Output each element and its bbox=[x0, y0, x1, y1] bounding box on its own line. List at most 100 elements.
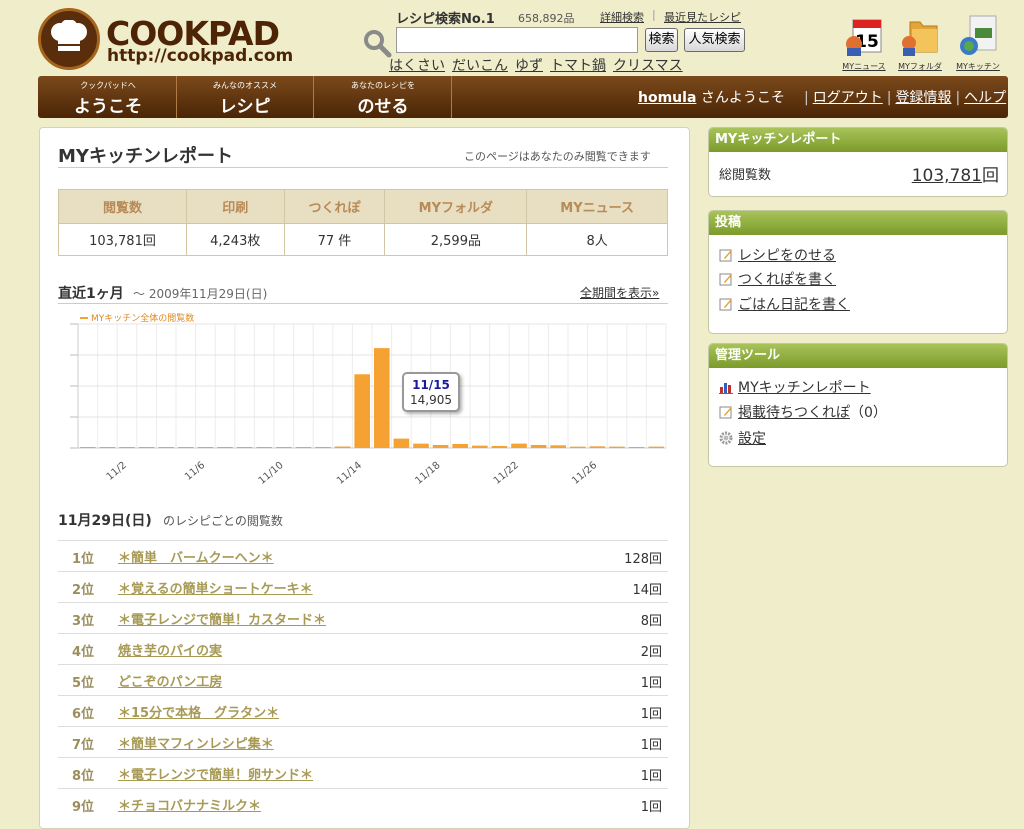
nav-post[interactable]: あなたのレシピを のせる bbox=[315, 76, 452, 118]
account-info-link[interactable]: 登録情報 bbox=[895, 90, 951, 106]
chart-bar bbox=[374, 348, 390, 448]
chart-x-label: 11/22 bbox=[492, 460, 521, 487]
write-report-item[interactable]: つくれぽを書く bbox=[719, 269, 836, 289]
ranking-row: 9位 ＊チョコバナナミルク＊ 1回 bbox=[58, 788, 668, 819]
my-news-label[interactable]: MYニュース bbox=[838, 61, 890, 72]
recipe-link[interactable]: ＊簡単マフィンレシピ集＊ bbox=[118, 733, 274, 752]
total-views-value[interactable]: 103,781 bbox=[912, 166, 982, 186]
stats-value: 4,243枚 bbox=[185, 223, 285, 256]
my-news-button[interactable]: 15 MYニュース bbox=[838, 14, 890, 72]
period-divider bbox=[58, 303, 668, 304]
nav-recipes[interactable]: みんなのオススメ レシピ bbox=[177, 76, 314, 118]
chart-bar bbox=[276, 447, 292, 448]
logo-url[interactable]: http://cookpad.com bbox=[107, 46, 293, 66]
popular-search-button[interactable]: 人気検索 bbox=[684, 28, 745, 52]
help-link[interactable]: ヘルプ bbox=[964, 90, 1006, 106]
pencil-note-icon bbox=[719, 406, 732, 419]
tool-settings-item[interactable]: 設定 bbox=[719, 428, 766, 448]
welcome-suffix: さんようこそ bbox=[700, 90, 785, 106]
my-folder-button[interactable]: MYフォルダ bbox=[894, 14, 946, 72]
my-kitchen-label[interactable]: MYキッチン bbox=[952, 61, 1004, 72]
chart-legend-label: MYキッチン全体の閲覧数 bbox=[91, 312, 194, 324]
keyword-link[interactable]: はくさい bbox=[389, 55, 445, 75]
chart-bar bbox=[315, 446, 331, 448]
keyword-link[interactable]: トマト鍋 bbox=[550, 55, 606, 75]
rank-position: 1位 bbox=[72, 552, 95, 567]
ranking-list: 1位 ＊簡単 バームクーヘン＊ 128回 2位 ＊覚えるの簡単ショートケーキ＊ 14回 3位… bbox=[58, 540, 668, 819]
chart-bar bbox=[511, 443, 527, 448]
recipe-link[interactable]: どこぞのパン工房 bbox=[118, 671, 222, 690]
rank-position: 7位 bbox=[72, 738, 95, 753]
view-count: 1回 bbox=[640, 707, 662, 722]
ranking-row: 3位 ＊電子レンジで簡単！カスタード＊ 8回 bbox=[58, 602, 668, 633]
advanced-search-link[interactable]: 詳細検索 bbox=[600, 9, 644, 25]
keyword-link[interactable]: だいこん bbox=[452, 55, 508, 75]
username-link[interactable]: homula bbox=[638, 90, 696, 106]
view-count: 128回 bbox=[624, 552, 662, 567]
chart-x-label: 11/18 bbox=[413, 460, 442, 487]
post-recipe-item[interactable]: レシピをのせる bbox=[719, 245, 836, 265]
ranking-row: 8位 ＊電子レンジで簡単！卵サンド＊ 1回 bbox=[58, 757, 668, 788]
rank-position: 2位 bbox=[72, 583, 95, 598]
tool-pending-link[interactable]: 掲載待ちつくれぽ bbox=[738, 405, 850, 421]
chart-bar bbox=[589, 446, 606, 448]
sidebar-tools-box: 管理ツール MYキッチンレポート 掲載待ちつくれぽ（0） 設定 bbox=[708, 343, 1008, 467]
tool-report-link[interactable]: MYキッチンレポート bbox=[738, 380, 871, 396]
sidebar-report-box: MYキッチンレポート 総閲覧数 103,781回 bbox=[708, 127, 1008, 197]
recent-recipes-link[interactable]: 最近見たレシピ bbox=[664, 9, 741, 25]
chart-bar bbox=[609, 446, 625, 448]
recipe-link[interactable]: ＊電子レンジで簡単！卵サンド＊ bbox=[118, 764, 313, 783]
chart-bar bbox=[432, 444, 449, 448]
recipe-link[interactable]: ＊電子レンジで簡単！カスタード＊ bbox=[118, 609, 326, 628]
write-diary-item[interactable]: ごはん日記を書く bbox=[719, 294, 850, 314]
post-recipe-link[interactable]: レシピをのせる bbox=[738, 248, 836, 264]
my-folder-label[interactable]: MYフォルダ bbox=[894, 61, 946, 72]
ranking-row: 1位 ＊簡単 バームクーヘン＊ 128回 bbox=[58, 540, 668, 571]
period-title: 直近1ヶ月 bbox=[58, 286, 124, 302]
keyword-link[interactable]: ゆず bbox=[515, 55, 543, 75]
stats-value: 103,781回 bbox=[58, 223, 187, 256]
recipe-link[interactable]: ＊簡単 バームクーヘン＊ bbox=[118, 547, 274, 566]
tooltip-date: 11/15 bbox=[412, 378, 450, 392]
settings-link[interactable]: 設定 bbox=[738, 431, 766, 447]
page-title: MYキッチンレポート bbox=[58, 146, 233, 167]
write-report-link[interactable]: つくれぽを書く bbox=[738, 272, 836, 288]
total-views-label: 総閲覧数 bbox=[719, 168, 772, 183]
recipe-link[interactable]: ＊チョコバナナミルク＊ bbox=[118, 795, 261, 814]
view-count: 1回 bbox=[640, 738, 662, 753]
kitchen-icon bbox=[960, 15, 997, 55]
nav-welcome-sub: クックパッドへ bbox=[80, 81, 136, 90]
rank-position: 3位 bbox=[72, 614, 95, 629]
write-diary-link[interactable]: ごはん日記を書く bbox=[738, 297, 850, 313]
ranking-row: 2位 ＊覚えるの簡単ショートケーキ＊ 14回 bbox=[58, 571, 668, 602]
search-button[interactable]: 検索 bbox=[645, 28, 678, 52]
recipe-link[interactable]: ＊15分で本格 グラタン＊ bbox=[118, 702, 279, 721]
chart-bar bbox=[530, 444, 547, 448]
nav-welcome[interactable]: クックパッドへ ようこそ bbox=[40, 76, 177, 118]
view-count: 1回 bbox=[640, 800, 662, 815]
chart-bar bbox=[178, 447, 194, 448]
tool-pending-item[interactable]: 掲載待ちつくれぽ（0） bbox=[719, 402, 887, 422]
view-count: 1回 bbox=[640, 676, 662, 691]
chart-x-label: 11/10 bbox=[257, 460, 286, 487]
logout-link[interactable]: ログアウト bbox=[813, 90, 883, 106]
chart-bar bbox=[138, 447, 155, 448]
chart-x-label: 11/26 bbox=[570, 460, 599, 487]
keyword-link[interactable]: クリスマス bbox=[613, 55, 683, 75]
recipe-link[interactable]: 焼き芋のパイの実 bbox=[118, 640, 222, 659]
views-chart[interactable]: 10/2911/211/611/1011/1411/1811/2211/26MY… bbox=[58, 308, 670, 488]
my-kitchen-button[interactable]: MYキッチン bbox=[952, 14, 1004, 72]
chart-bar bbox=[648, 446, 664, 448]
chart-bar bbox=[550, 445, 566, 448]
search-input[interactable] bbox=[396, 27, 638, 53]
chart-bar bbox=[217, 446, 233, 448]
popular-keywords: はくさい だいこん ゆず トマト鍋 クリスマス bbox=[389, 55, 683, 75]
chart-bar bbox=[628, 446, 645, 448]
tool-report-item[interactable]: MYキッチンレポート bbox=[719, 377, 871, 397]
stats-header: MYニュース bbox=[526, 189, 668, 224]
show-all-period-link[interactable]: 全期間を表示» bbox=[580, 284, 659, 301]
chart-bar bbox=[334, 446, 351, 448]
chart-tooltip: 11/15 14,905 bbox=[402, 372, 460, 412]
recipe-link[interactable]: ＊覚えるの簡単ショートケーキ＊ bbox=[118, 578, 313, 597]
chart-x-label: 11/14 bbox=[335, 460, 364, 487]
